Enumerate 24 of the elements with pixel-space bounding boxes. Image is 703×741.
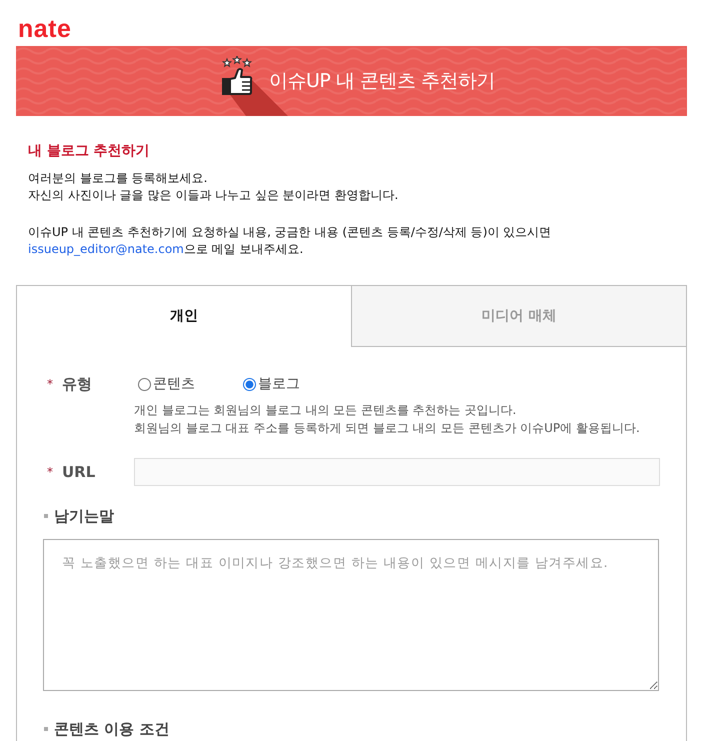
- radio-label[interactable]: 콘텐츠: [153, 375, 195, 393]
- radio-button[interactable]: [138, 378, 151, 390]
- intro-text: 여러분의 블로그를 등록해보세요.: [28, 170, 208, 187]
- radio-button[interactable]: [243, 378, 256, 390]
- required-mark: *: [47, 377, 54, 391]
- square-bullet-icon: [44, 514, 48, 518]
- contact-text: 이슈UP 내 콘텐츠 추천하기에 요청하실 내용, 궁금한 내용 (콘텐츠 등록/수정/삭제 등)이 있으시면 issueup_editor@nate.com으로 메일 보내주세요.: [28, 224, 552, 258]
- thumbs-up-icon: [221, 56, 253, 96]
- square-bullet-icon: [44, 727, 48, 731]
- help-text: 개인 블로그는 회원님의 블로그 내의 모든 콘텐츠를 추천하는 곳입니다.: [134, 402, 518, 419]
- section-title: 콘텐츠 이용 조건: [54, 719, 170, 739]
- field-label: 유형: [62, 374, 92, 394]
- section-title: 남기는말: [54, 506, 114, 526]
- email-link[interactable]: issueup_editor@nate.com: [28, 242, 184, 256]
- section-heading: 내 블로그 추천하기: [28, 142, 151, 161]
- field-label: URL: [62, 462, 96, 482]
- url-input[interactable]: [134, 458, 660, 486]
- help-text: 회원님의 블로그 대표 주소를 등록하게 되면 블로그 내의 모든 콘텐츠가 이슈UP에 활용됩니다.: [134, 420, 641, 437]
- required-mark: *: [47, 465, 54, 479]
- logo[interactable]: nate: [18, 19, 72, 39]
- radio-label[interactable]: 블로그: [258, 375, 300, 393]
- message-textarea[interactable]: 꼭 노출했으면 하는 대표 이미지나 강조했으면 하는 내용이 있으면 메시지를 남겨주세요.: [43, 539, 659, 691]
- intro-text: 자신의 사진이나 글을 많은 이들과 나누고 싶은 분이라면 환영합니다.: [28, 187, 400, 204]
- banner-title: 이슈UP 내 콘텐츠 추천하기: [269, 69, 495, 94]
